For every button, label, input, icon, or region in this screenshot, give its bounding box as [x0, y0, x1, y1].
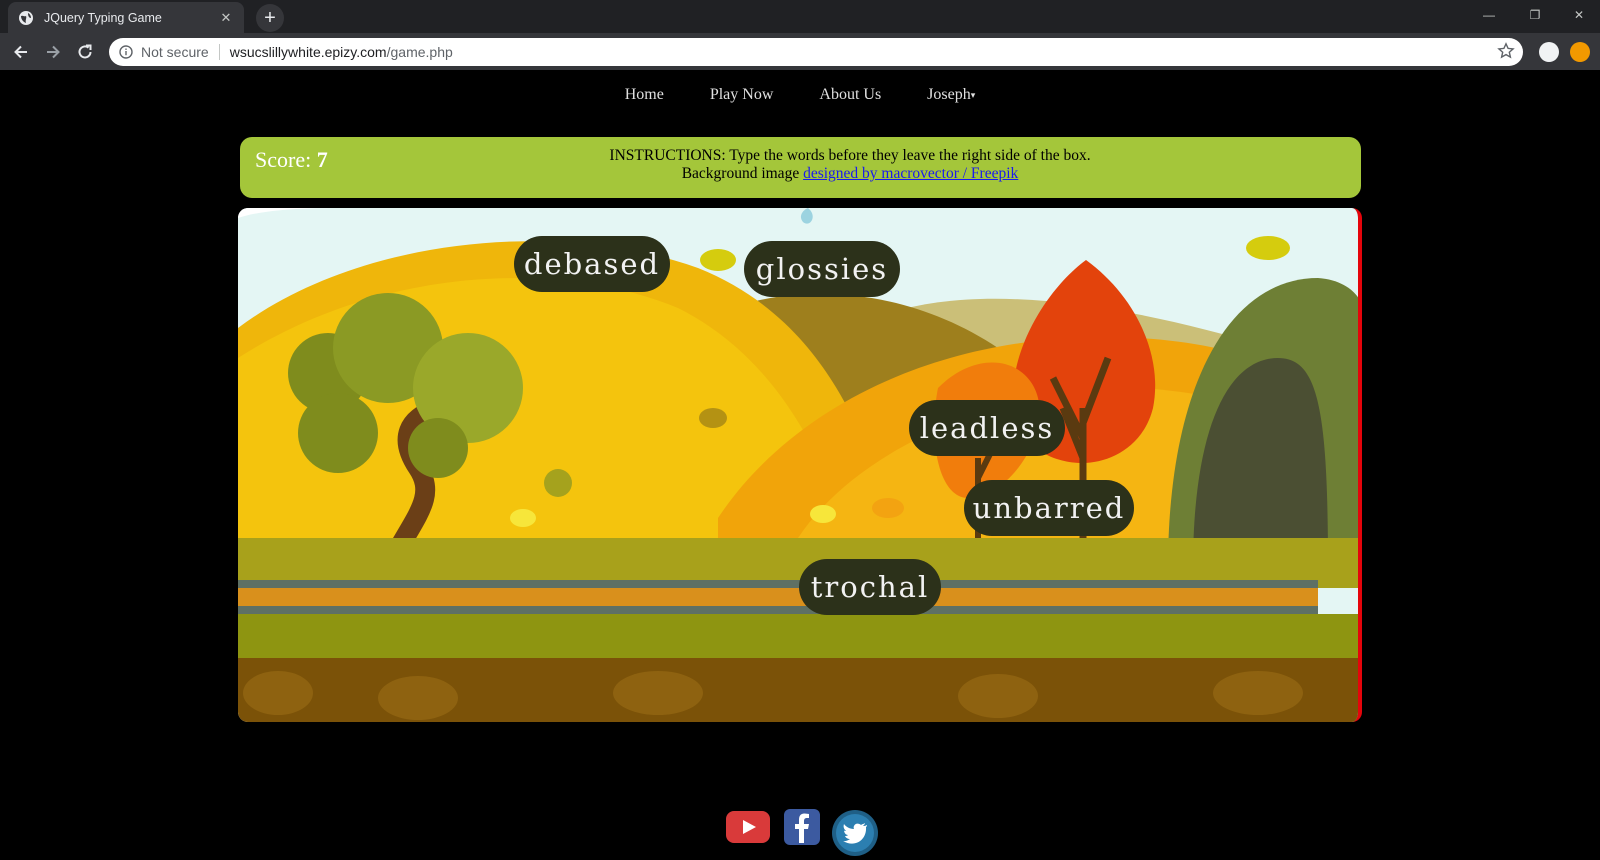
url-host: wsucslillywhite.epizy.com	[229, 44, 387, 60]
browser-toolbar: Not secure wsucslillywhite.epizy.com/gam…	[0, 33, 1600, 70]
forward-button[interactable]	[40, 39, 66, 65]
browser-tab[interactable]: JQuery Typing Game ✕	[8, 2, 244, 33]
arrow-right-icon	[47, 45, 60, 59]
caret-down-icon: ▾	[970, 89, 976, 100]
security-label: Not secure	[141, 44, 209, 60]
extension-icon[interactable]	[1539, 42, 1559, 62]
credit-prefix: Background image	[681, 165, 800, 182]
youtube-link[interactable]	[724, 807, 772, 847]
tab-title: JQuery Typing Game	[44, 10, 162, 25]
restore-button[interactable]: ❐	[1512, 0, 1558, 30]
reload-button[interactable]	[72, 39, 98, 65]
falling-word: trochal	[799, 559, 941, 615]
browser-tabbar: JQuery Typing Game ✕ + — ❐ ✕	[0, 0, 1600, 33]
user-name: Joseph	[927, 86, 971, 103]
url-path: /game.php	[386, 44, 453, 60]
reload-icon	[78, 44, 92, 59]
nav-user-menu[interactable]: Joseph▾	[927, 86, 975, 114]
game-area: debased glossies leadless unbarred troch…	[238, 208, 1362, 722]
profile-alert-icon[interactable]	[1570, 42, 1590, 62]
instructions: INSTRUCTIONS: Type the words before they…	[470, 147, 1230, 183]
new-tab-button[interactable]: +	[256, 4, 284, 32]
site-nav: Home Play Now About Us Joseph▾	[0, 86, 1600, 114]
arrow-left-icon	[14, 45, 27, 59]
globe-icon	[19, 10, 33, 25]
score: Score: 7	[255, 147, 328, 173]
falling-word: glossies	[744, 241, 900, 297]
score-label: Score:	[255, 147, 312, 172]
falling-word: leadless	[909, 400, 1065, 456]
freepik-credit-link[interactable]: designed by macrovector / Freepik	[803, 165, 1018, 182]
nav-about-us[interactable]: About Us	[819, 86, 881, 114]
address-separator	[218, 44, 220, 60]
falling-word: unbarred	[964, 480, 1134, 536]
youtube-icon	[726, 811, 770, 843]
twitter-link[interactable]	[830, 808, 880, 858]
credit-line: Background image designed by macrovector…	[470, 165, 1230, 183]
facebook-link[interactable]	[782, 807, 822, 847]
address-bar[interactable]: Not secure wsucslillywhite.epizy.com/gam…	[109, 38, 1523, 66]
bookmark-star-icon[interactable]	[1497, 42, 1515, 60]
tab-close-icon[interactable]: ✕	[218, 10, 234, 26]
twitter-icon	[832, 810, 878, 856]
close-window-button[interactable]: ✕	[1556, 0, 1600, 30]
nav-home[interactable]: Home	[625, 86, 664, 114]
falling-word: debased	[514, 236, 670, 292]
score-instructions-bar: Score: 7 INSTRUCTIONS: Type the words be…	[240, 137, 1361, 198]
score-value: 7	[316, 147, 328, 172]
minimize-button[interactable]: —	[1466, 0, 1512, 30]
facebook-icon	[784, 809, 820, 845]
nav-play-now[interactable]: Play Now	[710, 86, 774, 114]
info-icon	[119, 45, 133, 59]
back-button[interactable]	[8, 39, 34, 65]
instructions-text: INSTRUCTIONS: Type the words before they…	[609, 147, 1091, 164]
